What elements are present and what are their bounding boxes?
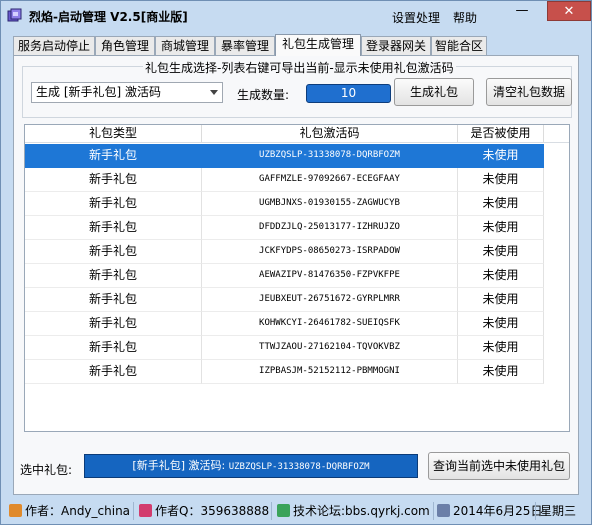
cell-activation-code: UGMBJNXS-01930155-ZAGWUCYB: [202, 192, 458, 216]
status-separator: [535, 502, 536, 520]
table-row[interactable]: 新手礼包 TTWJZAOU-27162104-TQVOKVBZ 未使用: [25, 336, 544, 360]
author-icon: [9, 504, 22, 517]
table-row[interactable]: 新手礼包 IZPBASJM-52152112-PBMMOGNI 未使用: [25, 360, 544, 384]
cell-gift-type: 新手礼包: [25, 312, 202, 336]
cell-used-status: 未使用: [458, 168, 544, 192]
qq-icon: [139, 504, 152, 517]
status-bar: 作者：Andy_china 作者Q：359638888 技术论坛:bbs.qyr…: [1, 498, 591, 524]
menu-help[interactable]: 帮助: [453, 9, 477, 26]
status-qq: 作者Q：359638888: [139, 503, 269, 519]
calendar-icon: [437, 504, 450, 517]
cell-activation-code: KOHWKCYI-26461782-SUEIQSFK: [202, 312, 458, 336]
group-title: 礼包生成选择-列表右键可导出当前-显示未使用礼包激活码: [143, 59, 456, 76]
table-row[interactable]: 新手礼包 GAFFMZLE-97092667-ECEGFAAY 未使用: [25, 168, 544, 192]
table-row[interactable]: 新手礼包 AEWAZIPV-81476350-FZPVKFPE 未使用: [25, 264, 544, 288]
table-row[interactable]: 新手礼包 JCKFYDPS-08650273-ISRPADOW 未使用: [25, 240, 544, 264]
qq-text: 作者Q：359638888: [155, 504, 270, 518]
date-text: 2014年6月25日: [453, 504, 543, 518]
query-unused-gift-button[interactable]: 查询当前选中未使用礼包: [428, 452, 570, 480]
cell-activation-code: DFDDZJLQ-25013177-IZHRUJZO: [202, 216, 458, 240]
cell-used-status: 未使用: [458, 264, 544, 288]
status-author: 作者：Andy_china: [9, 503, 130, 519]
column-activation-code[interactable]: 礼包激活码: [202, 125, 458, 143]
cell-gift-type: 新手礼包: [25, 144, 202, 168]
cell-used-status: 未使用: [458, 144, 544, 168]
selected-gift-field[interactable]: [新手礼包] 激活码: UZBZQSLP-31338078-DQRBFOZM: [84, 454, 418, 478]
cell-gift-type: 新手礼包: [25, 288, 202, 312]
status-forum: 技术论坛:bbs.qyrkj.com: [277, 503, 430, 519]
cell-gift-type: 新手礼包: [25, 264, 202, 288]
close-button[interactable]: ✕: [547, 1, 591, 21]
quantity-label: 生成数量:: [237, 88, 290, 102]
cell-gift-type: 新手礼包: [25, 192, 202, 216]
window-title: 烈焰-启动管理 V2.5[商业版]: [29, 10, 188, 24]
cell-activation-code: TTWJZAOU-27162104-TQVOKVBZ: [202, 336, 458, 360]
generate-gift-button[interactable]: 生成礼包: [394, 78, 474, 106]
cell-used-status: 未使用: [458, 240, 544, 264]
cell-activation-code: JEUBXEUT-26751672-GYRPLMRR: [202, 288, 458, 312]
tab-login-gateway[interactable]: 登录器网关: [361, 36, 431, 55]
app-logo-icon: [7, 8, 22, 22]
minimize-button[interactable]: —: [509, 1, 535, 21]
title-bar[interactable]: 烈焰-启动管理 V2.5[商业版] 设置处理 帮助 — ✕: [1, 1, 591, 31]
cell-activation-code: UZBZQSLP-31338078-DQRBFOZM: [202, 144, 458, 168]
cell-used-status: 未使用: [458, 216, 544, 240]
forum-text: 技术论坛:bbs.qyrkj.com: [293, 504, 430, 518]
cell-activation-code: AEWAZIPV-81476350-FZPVKFPE: [202, 264, 458, 288]
cell-activation-code: JCKFYDPS-08650273-ISRPADOW: [202, 240, 458, 264]
tab-service-start-stop[interactable]: 服务启动停止: [13, 36, 95, 55]
author-text: 作者：Andy_china: [25, 504, 131, 518]
clear-gift-data-button[interactable]: 清空礼包数据: [486, 78, 572, 106]
cell-used-status: 未使用: [458, 288, 544, 312]
quantity-input[interactable]: 10: [306, 84, 391, 103]
table-header: 礼包类型 礼包激活码 是否被使用: [25, 125, 569, 143]
cell-gift-type: 新手礼包: [25, 360, 202, 384]
gift-type-value: 生成 [新手礼包] 激活码: [36, 85, 161, 99]
cell-gift-type: 新手礼包: [25, 336, 202, 360]
forum-icon: [277, 504, 290, 517]
cell-activation-code: IZPBASJM-52152112-PBMMOGNI: [202, 360, 458, 384]
gift-type-select[interactable]: 生成 [新手礼包] 激活码: [31, 82, 223, 103]
cell-used-status: 未使用: [458, 360, 544, 384]
app-window: 烈焰-启动管理 V2.5[商业版] 设置处理 帮助 — ✕ 服务启动停止 角色管…: [0, 0, 592, 525]
table-row[interactable]: 新手礼包 UGMBJNXS-01930155-ZAGWUCYB 未使用: [25, 192, 544, 216]
status-separator: [133, 502, 134, 520]
table-row[interactable]: 新手礼包 UZBZQSLP-31338078-DQRBFOZM 未使用: [25, 144, 544, 168]
tab-role-management[interactable]: 角色管理: [95, 36, 155, 55]
cell-gift-type: 新手礼包: [25, 168, 202, 192]
column-used-status[interactable]: 是否被使用: [458, 125, 544, 143]
status-weekday: 星期三: [540, 504, 577, 518]
status-separator: [271, 502, 272, 520]
table-row[interactable]: 新手礼包 DFDDZJLQ-25013177-IZHRUJZO 未使用: [25, 216, 544, 240]
tab-mall-management[interactable]: 商城管理: [155, 36, 215, 55]
chevron-down-icon: [210, 90, 218, 95]
cell-gift-type: 新手礼包: [25, 240, 202, 264]
cell-used-status: 未使用: [458, 312, 544, 336]
selected-gift-prefix: [新手礼包] 激活码:: [132, 459, 226, 472]
selected-gift-label: 选中礼包:: [20, 463, 73, 477]
status-separator: [433, 502, 434, 520]
cell-activation-code: GAFFMZLE-97092667-ECEGFAAY: [202, 168, 458, 192]
table-row[interactable]: 新手礼包 JEUBXEUT-26751672-GYRPLMRR 未使用: [25, 288, 544, 312]
tab-gift-generation[interactable]: 礼包生成管理: [275, 34, 361, 56]
table-row[interactable]: 新手礼包 KOHWKCYI-26461782-SUEIQSFK 未使用: [25, 312, 544, 336]
tab-drop-rate-management[interactable]: 暴率管理: [215, 36, 275, 55]
tab-server-merge[interactable]: 智能合区: [431, 36, 487, 55]
cell-used-status: 未使用: [458, 336, 544, 360]
menu-settings[interactable]: 设置处理: [392, 9, 440, 26]
status-date: 2014年6月25日: [437, 503, 542, 519]
cell-used-status: 未使用: [458, 192, 544, 216]
column-gift-type[interactable]: 礼包类型: [25, 125, 202, 143]
gift-code-table[interactable]: 礼包类型 礼包激活码 是否被使用 新手礼包 UZBZQSLP-31338078-…: [24, 124, 570, 432]
gift-panel: 礼包生成选择-列表右键可导出当前-显示未使用礼包激活码 生成 [新手礼包] 激活…: [13, 55, 579, 495]
cell-gift-type: 新手礼包: [25, 216, 202, 240]
selected-gift-code: UZBZQSLP-31338078-DQRBFOZM: [228, 462, 370, 472]
